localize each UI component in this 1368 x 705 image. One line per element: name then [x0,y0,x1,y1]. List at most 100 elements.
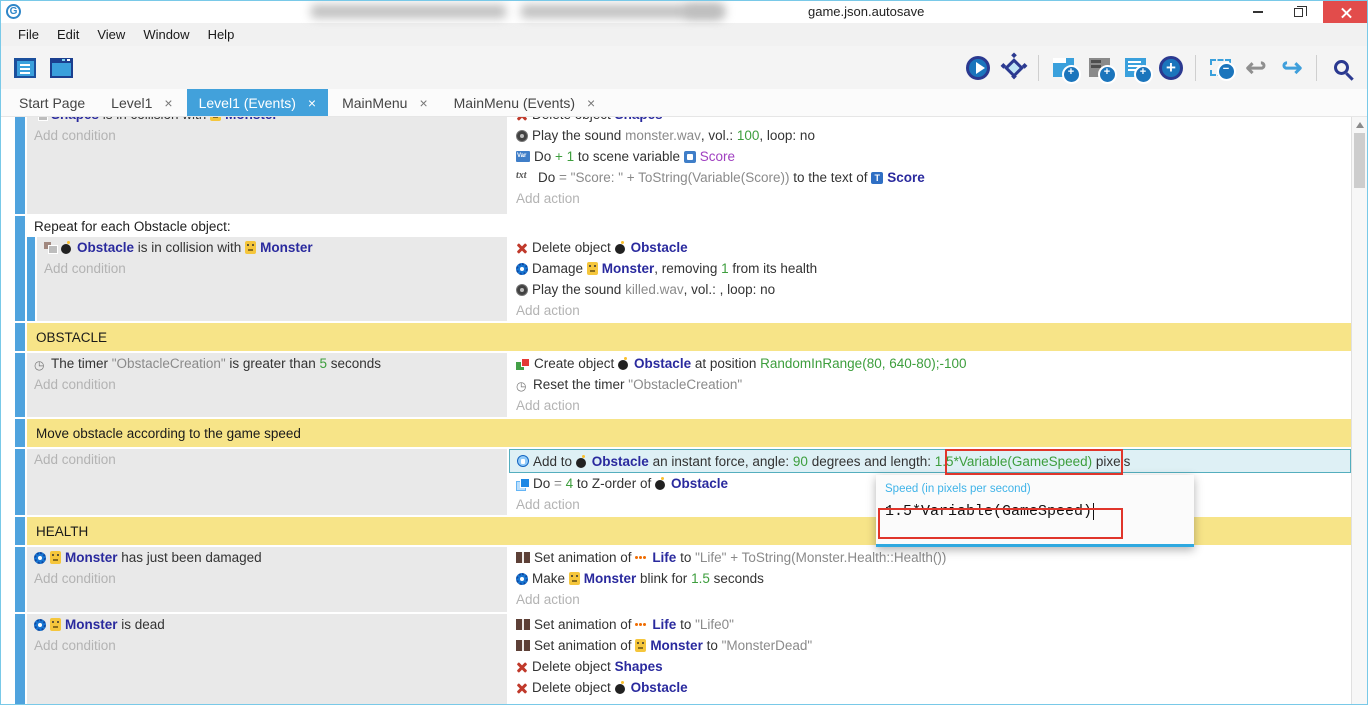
event-highlight-bar[interactable] [15,216,25,321]
tab-mainmenu[interactable]: MainMenu× [330,89,440,116]
action-row[interactable]: Play the sound monster.wav, vol.: 100, l… [509,125,1351,146]
event-highlight-bar[interactable] [15,614,25,704]
comment-text[interactable]: OBSTACLE [27,323,1351,351]
action-row[interactable]: Make Monster blink for 1.5 seconds [509,568,1351,589]
actions-panel: Delete object ObstacleDamage Monster, re… [509,237,1351,321]
search-button[interactable] [1323,49,1359,87]
project-manager-button[interactable] [7,49,43,87]
event: Monster is deadAdd conditionSet animatio… [15,614,1351,704]
close-button[interactable] [1323,1,1368,23]
scroll-up-icon[interactable] [1356,122,1364,128]
menu-edit[interactable]: Edit [48,23,88,46]
action-row[interactable]: Create object Obstacle at position Rando… [509,353,1351,374]
condition-row[interactable]: Monster is dead [27,614,507,635]
condition-row[interactable]: The timer "ObstacleCreation" is greater … [27,353,507,374]
close-icon[interactable]: × [419,95,427,111]
close-icon[interactable]: × [164,95,172,111]
menu-help[interactable]: Help [199,23,244,46]
tab-level1[interactable]: Level1× [99,89,184,116]
action-row[interactable]: Damage Monster, removing 1 from its heal… [509,258,1351,279]
event-highlight-bar[interactable] [15,419,25,447]
collision-icon [44,242,57,253]
action-row[interactable]: Set animation of Monster to "MonsterDead… [509,635,1351,656]
comment-text[interactable]: Move obstacle according to the game spee… [27,419,1351,447]
tab-start-page[interactable]: Start Page [7,89,97,116]
condition-row[interactable]: Monster has just been damaged [27,547,507,568]
tab-mainmenu-events[interactable]: MainMenu (Events)× [442,89,608,116]
instruction-text: 4 [566,476,574,491]
event-highlight-bar[interactable] [15,117,25,214]
add-condition-button[interactable]: Add condition [27,449,507,470]
close-icon[interactable]: × [587,95,595,111]
redo-button[interactable] [1274,49,1310,87]
tab-level1-events[interactable]: Level1 (Events) × [187,89,328,116]
action-row[interactable]: Do = "Score: " + ToString(Variable(Score… [509,167,1351,188]
event-highlight-bar[interactable] [15,353,25,417]
debug-button[interactable] [996,49,1032,87]
action-row[interactable]: Play the sound killed.wav, vol.: , loop:… [509,279,1351,300]
instruction-text: at position [691,356,760,371]
scene-editor-button[interactable] [43,49,79,87]
comment-event: Move obstacle according to the game spee… [15,419,1351,447]
minimize-button[interactable] [1241,1,1275,23]
run-icon [966,56,990,80]
remove-selection-button[interactable] [1202,49,1238,87]
undo-button[interactable] [1238,49,1274,87]
action-row[interactable]: Set animation of Life to "Life0" [509,614,1351,635]
action-row[interactable]: Delete object Shapes [509,117,1351,125]
tab-label: Level1 (Events) [199,95,296,111]
add-condition-button[interactable]: Add condition [27,374,507,395]
add-action-button[interactable]: Add action [509,395,1351,416]
instruction-text: to [676,550,695,565]
monster-icon [569,572,580,585]
event-highlight-bar[interactable] [15,517,25,545]
event-highlight-bar[interactable] [27,237,35,321]
action-row[interactable]: Delete object Obstacle [509,677,1351,698]
add-condition-button[interactable]: Add condition [27,568,507,589]
close-icon[interactable]: × [308,95,316,111]
action-row[interactable]: Set animation of Life to "Life" + ToStri… [509,547,1351,568]
vertical-scrollbar[interactable] [1351,117,1367,704]
add-instruction-button[interactable] [1153,49,1189,87]
event-highlight-bar[interactable] [15,323,25,351]
instruction-text: seconds [327,356,381,371]
instruction-text: an instant force, angle: [649,454,793,469]
menu-file[interactable]: File [9,23,48,46]
event-highlight-bar[interactable] [15,449,25,515]
action-row[interactable]: Reset the timer "ObstacleCreation" [509,374,1351,395]
add-action-button[interactable]: Add action [509,188,1351,209]
toolbar [1,46,1367,89]
add-condition-button[interactable]: Add condition [27,635,507,656]
instruction-text: Reset the timer [533,377,628,392]
action-row[interactable]: Delete object Shapes [509,656,1351,677]
scene-editor-icon [50,58,73,78]
condition-row[interactable]: Obstacle is in collision with Monster [37,237,507,258]
action-row[interactable]: Add to Obstacle an instant force, angle:… [509,449,1351,473]
add-action-button[interactable]: Add action [509,300,1351,321]
add-comment-button[interactable] [1117,49,1153,87]
delete-icon [516,661,528,673]
instruction-text: 1.5*Variable(GameSpeed) [935,454,1092,469]
event-highlight-bar[interactable] [15,547,25,612]
add-comment-icon [1125,58,1146,77]
menu-view[interactable]: View [88,23,134,46]
instruction-text: Make [532,571,569,586]
condition-row[interactable]: Shapes is in collision with Monster [27,117,507,125]
instruction-text: Shapes [51,117,99,122]
action-row[interactable]: Delete object Obstacle [509,237,1351,258]
expression-input[interactable]: 1.5*Variable(GameSpeed) [885,503,1194,520]
restore-button[interactable] [1281,1,1315,23]
add-condition-button[interactable]: Add condition [27,125,507,146]
add-action-button[interactable]: Add action [509,589,1351,610]
add-event-icon [1053,58,1074,77]
run-button[interactable] [960,49,996,87]
menu-window[interactable]: Window [134,23,198,46]
scroll-thumb[interactable] [1354,133,1365,188]
repeat-event-header[interactable]: Repeat for each Obstacle object: [27,216,1351,237]
add-condition-button[interactable]: Add condition [37,258,507,279]
action-row[interactable]: Do + 1 to scene variable Score [509,146,1351,167]
comment-event: OBSTACLE [15,323,1351,351]
add-event-button[interactable] [1045,49,1081,87]
monster-icon [635,639,646,652]
add-sub-event-button[interactable] [1081,49,1117,87]
